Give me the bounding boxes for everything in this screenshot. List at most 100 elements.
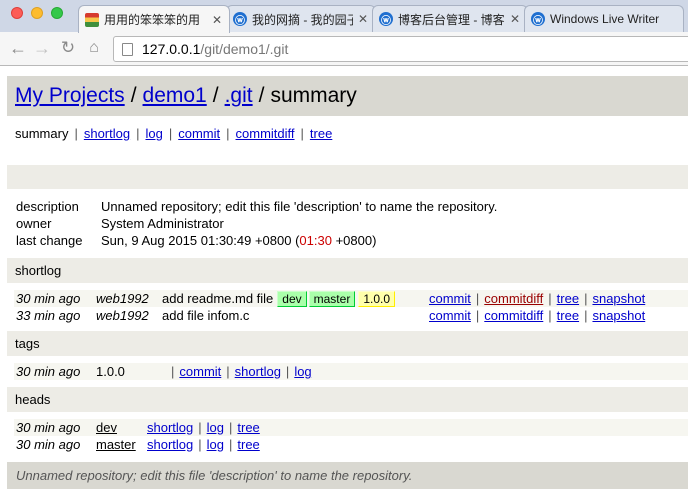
browser-toolbar: ← → ↻ ⌂ 127.0.0.1/git/demo1/.git [0,32,688,66]
link-log[interactable]: log [207,437,224,452]
url-host: 127.0.0.1 [142,41,201,57]
link-snapshot[interactable]: snapshot [592,291,645,306]
link-shortlog[interactable]: shortlog [147,437,193,452]
heads-list: 30 min ago dev shortlog | log | tree 30 min … [7,412,688,460]
head-link-dev[interactable]: dev [96,420,117,435]
china-flag-icon [85,12,99,27]
tab-label: 我的网摘 - 我的园子 [252,12,353,27]
nav-separator: | [300,126,304,141]
link-tree[interactable]: tree [557,308,579,323]
table-row: 30 min ago web1992 add readme.md file de… [14,290,688,307]
row-links: commit | commitdiff | tree | snapshot [429,308,646,323]
link-commit[interactable]: commit [179,364,221,379]
link-commit[interactable]: commit [429,308,471,323]
tab-close-icon[interactable]: ✕ [509,12,521,26]
address-bar[interactable]: 127.0.0.1/git/demo1/.git [113,36,688,62]
head-age: 30 min ago [16,437,81,452]
table-row: 30 min ago master shortlog | log | tree [14,436,688,453]
back-arrow-icon[interactable]: ← [8,38,28,58]
home-icon[interactable]: ⌂ [84,38,104,58]
breadcrumb-my-projects[interactable]: My Projects [15,84,125,108]
url-path: /git/demo1/.git [200,41,289,57]
row-links: shortlog | log | tree [147,437,260,452]
tags-title[interactable]: tags [7,331,688,356]
row-links: shortlog | log | tree [147,420,260,435]
head-age: 30 min ago [16,420,81,435]
reload-icon[interactable]: ↻ [58,38,78,58]
window-close-button[interactable] [11,7,23,19]
browser-tab-1[interactable]: ⓦ 我的网摘 - 我的园子 ✕ [226,5,376,32]
commit-author: web1992 [96,291,149,306]
nav-current-summary: summary [15,126,69,141]
breadcrumb-separator: / [212,84,219,107]
blog-icon: ⓦ [379,12,393,27]
commit-age: 30 min ago [16,291,81,306]
shortlog-title[interactable]: shortlog [7,258,688,283]
nav-link-shortlog[interactable]: shortlog [84,126,130,141]
browser-tab-3[interactable]: ⓦ Windows Live Writer [524,5,684,32]
head-link-master[interactable]: master [96,437,136,452]
link-commitdiff[interactable]: commitdiff [484,291,543,306]
commit-message-area: add file infom.c [162,308,429,323]
link-shortlog[interactable]: shortlog [147,420,193,435]
link-tree[interactable]: tree [237,437,259,452]
page-footer: Unnamed repository; edit this file 'desc… [7,462,688,489]
link-snapshot[interactable]: snapshot [592,308,645,323]
row-links: | commit | shortlog | log [171,364,312,379]
browser-tab-2[interactable]: ⓦ 博客后台管理 - 博客 ✕ [372,5,528,32]
shortlog-list: 30 min ago web1992 add readme.md file de… [7,283,688,331]
link-log[interactable]: log [294,364,311,379]
tag-name[interactable]: 1.0.0 [96,364,166,379]
footer-description: Unnamed repository; edit this file 'desc… [16,468,413,483]
tags-list: 30 min ago 1.0.0 | commit | shortlog | log [7,356,688,387]
blog-icon: ⓦ [233,12,247,27]
breadcrumb-git[interactable]: .git [225,84,253,108]
tag-age: 30 min ago [16,364,81,379]
row-links: commit | commitdiff | tree | snapshot [429,291,646,306]
tab-bar: 用用的笨笨笨的用 ✕ ⓦ 我的网摘 - 我的园子 ✕ ⓦ 博客后台管理 - 博客… [0,0,688,33]
blog-icon: ⓦ [531,12,545,27]
commit-message[interactable]: add file infom.c [162,308,249,323]
nav-separator: | [136,126,140,141]
table-row: 33 min ago web1992 add file infom.c comm… [14,307,688,324]
table-row: 30 min ago 1.0.0 | commit | shortlog | log [14,363,688,380]
ref-head-badge[interactable]: master [308,290,356,307]
nav-link-commit[interactable]: commit [178,126,220,141]
tab-close-icon[interactable]: ✕ [357,12,369,26]
commit-author: web1992 [96,308,149,323]
nav-separator: | [226,126,230,141]
last-change-row: last change Sun, 9 Aug 2015 01:30:49 +08… [16,232,688,249]
nav-link-tree[interactable]: tree [310,126,332,141]
link-log[interactable]: log [207,420,224,435]
window-minimize-button[interactable] [31,7,43,19]
owner-row: owner System Administrator [16,215,688,232]
link-shortlog[interactable]: shortlog [235,364,281,379]
ref-head-badge[interactable]: dev [277,290,307,307]
table-row: 30 min ago dev shortlog | log | tree [14,419,688,436]
last-change-value: Sun, 9 Aug 2015 01:30:49 +0800 (01:30 +0… [101,233,377,248]
page-header: My Projects / demo1 / .git / summary [7,76,688,116]
link-tree[interactable]: tree [557,291,579,306]
head-name: master [96,437,147,452]
link-commit[interactable]: commit [429,291,471,306]
browser-tab-0[interactable]: 用用的笨笨笨的用 ✕ [78,5,230,33]
breadcrumb-demo1[interactable]: demo1 [143,84,207,108]
page-nav: summary | shortlog | log | commit | comm… [7,116,688,151]
breadcrumb-separator: / [130,84,137,107]
nav-link-commitdiff[interactable]: commitdiff [236,126,295,141]
nav-link-log[interactable]: log [145,126,162,141]
commit-message-area: add readme.md file dev master 1.0.0 [162,290,429,307]
tab-label: Windows Live Writer [550,12,660,26]
window-maximize-button[interactable] [51,7,63,19]
forward-arrow-icon[interactable]: → [32,38,52,58]
head-name: dev [96,420,147,435]
owner-value: System Administrator [101,216,224,231]
link-commitdiff[interactable]: commitdiff [484,308,543,323]
heads-title[interactable]: heads [7,387,688,412]
commit-message[interactable]: add readme.md file [162,291,273,306]
page-title: summary [270,84,357,107]
tab-close-icon[interactable]: ✕ [211,13,223,27]
commit-age: 33 min ago [16,308,81,323]
link-tree[interactable]: tree [237,420,259,435]
ref-tag-badge[interactable]: 1.0.0 [358,290,396,307]
